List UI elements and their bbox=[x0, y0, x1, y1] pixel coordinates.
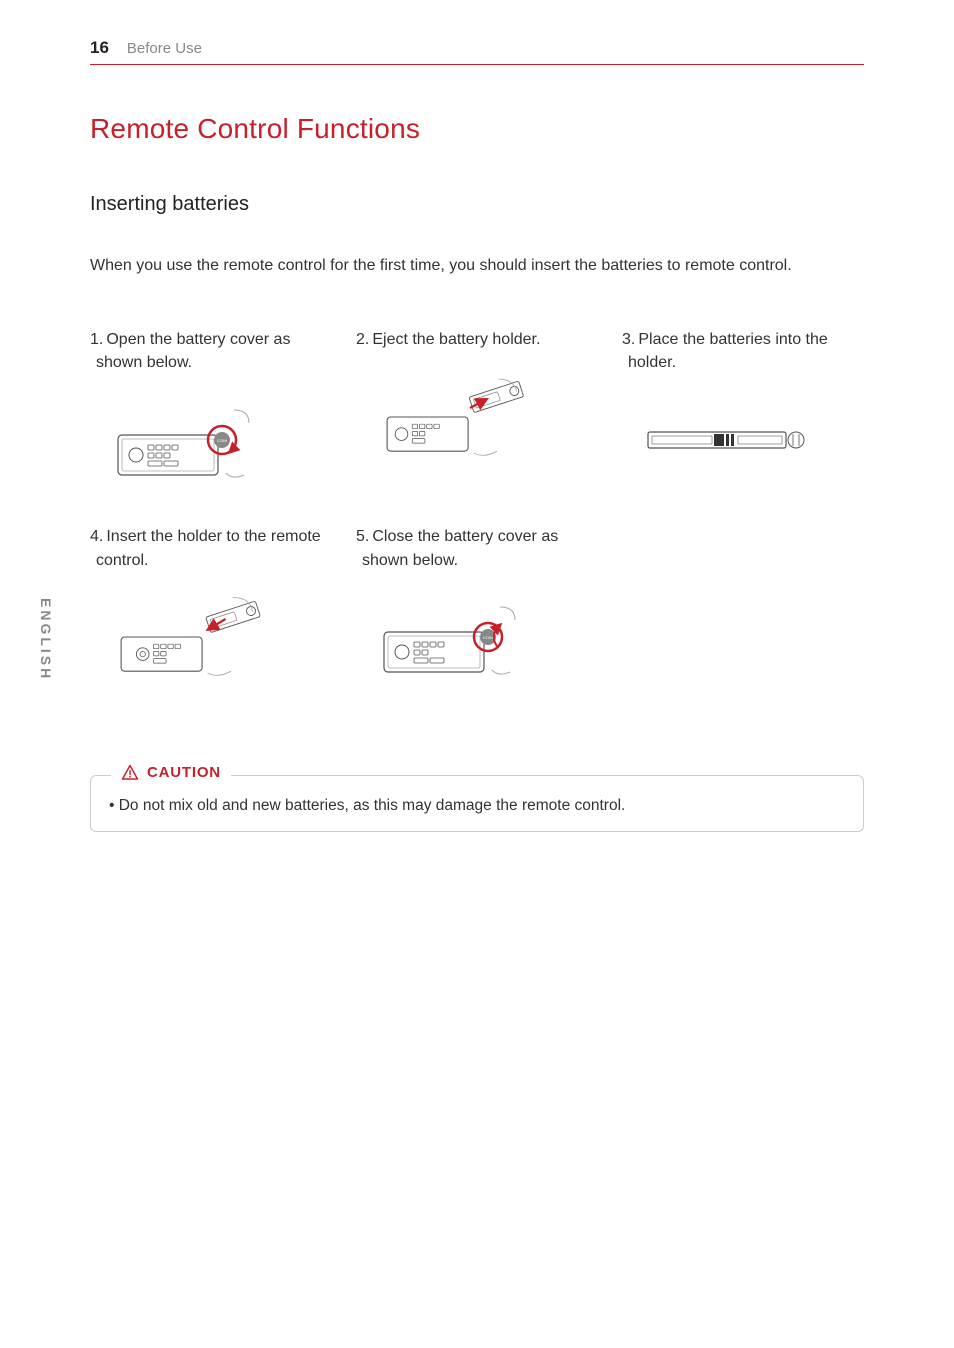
section-name: Before Use bbox=[127, 40, 202, 57]
step-1: 1.Open the battery cover as shown below. bbox=[90, 328, 332, 487]
figure-close-cover: COIN bbox=[356, 590, 598, 685]
svg-text:COIN: COIN bbox=[483, 635, 493, 640]
step-desc: Insert the holder to the remote control. bbox=[96, 528, 321, 568]
step-text: 5.Close the battery cover as shown below… bbox=[356, 525, 598, 571]
step-text: 2.Eject the battery holder. bbox=[356, 328, 598, 351]
figure-insert-holder bbox=[90, 590, 332, 685]
page-title: Remote Control Functions bbox=[90, 113, 864, 145]
steps-grid: 1.Open the battery cover as shown below. bbox=[90, 328, 864, 685]
caution-label: CAUTION bbox=[147, 764, 221, 781]
step-empty bbox=[622, 525, 864, 684]
page-header: 16 Before Use bbox=[90, 38, 864, 65]
step-4: 4.Insert the holder to the remote contro… bbox=[90, 525, 332, 684]
step-3: 3.Place the batteries into the holder. bbox=[622, 328, 864, 487]
step-number: 1. bbox=[90, 331, 103, 348]
step-text: 4.Insert the holder to the remote contro… bbox=[90, 525, 332, 571]
step-desc: Place the batteries into the holder. bbox=[628, 331, 828, 371]
page-subtitle: Inserting batteries bbox=[90, 193, 864, 216]
figure-eject-holder bbox=[356, 369, 598, 464]
remote-insert-illustration bbox=[114, 592, 274, 682]
warning-icon bbox=[121, 764, 139, 782]
step-number: 2. bbox=[356, 331, 369, 348]
step-text: 1.Open the battery cover as shown below. bbox=[90, 328, 332, 374]
step-2: 2.Eject the battery holder. bbox=[356, 328, 598, 487]
step-desc: Close the battery cover as shown below. bbox=[362, 528, 558, 568]
figure-open-cover: COIN bbox=[90, 392, 332, 487]
caution-text: Do not mix old and new batteries, as thi… bbox=[109, 794, 845, 817]
step-desc: Open the battery cover as shown below. bbox=[96, 331, 290, 371]
battery-holder-illustration bbox=[646, 424, 806, 456]
remote-eject-illustration bbox=[380, 372, 540, 462]
step-number: 5. bbox=[356, 528, 369, 545]
step-number: 3. bbox=[622, 331, 635, 348]
caution-legend: CAUTION bbox=[111, 764, 231, 782]
language-tab: ENGLISH bbox=[38, 598, 54, 681]
remote-open-cover-illustration: COIN bbox=[114, 395, 274, 485]
page-number: 16 bbox=[90, 38, 109, 58]
step-5: 5.Close the battery cover as shown below… bbox=[356, 525, 598, 684]
svg-text:COIN: COIN bbox=[217, 438, 227, 443]
figure-place-batteries bbox=[622, 392, 864, 487]
remote-close-cover-illustration: COIN bbox=[380, 592, 540, 682]
step-number: 4. bbox=[90, 528, 103, 545]
caution-box: CAUTION Do not mix old and new batteries… bbox=[90, 775, 864, 832]
step-text: 3.Place the batteries into the holder. bbox=[622, 328, 864, 374]
step-desc: Eject the battery holder. bbox=[372, 331, 540, 348]
intro-text: When you use the remote control for the … bbox=[90, 254, 864, 278]
